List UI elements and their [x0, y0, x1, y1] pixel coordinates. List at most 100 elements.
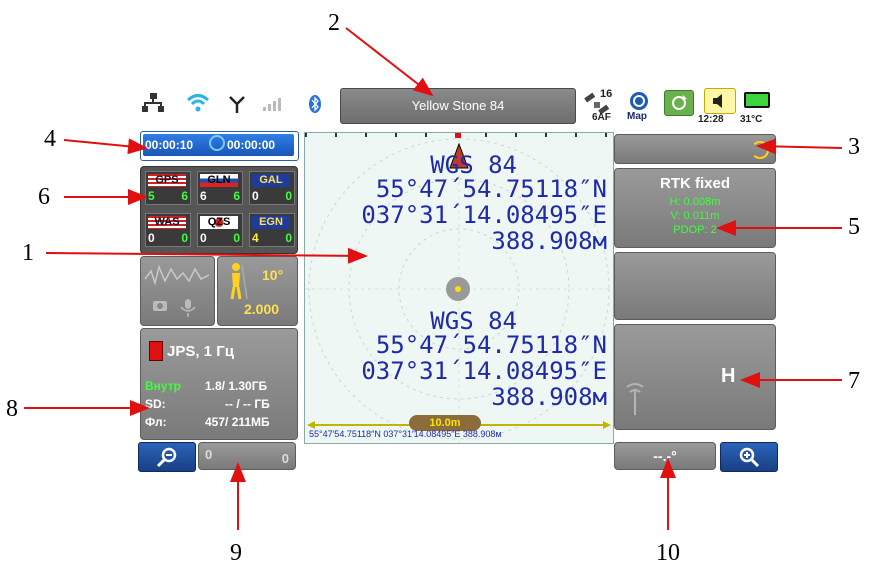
surveyor-icon: [230, 263, 248, 300]
angle-readout: --.-°: [653, 448, 677, 464]
datum-label-1: WGS 84: [430, 151, 517, 179]
height-1: 388.908м: [491, 227, 607, 255]
sat-cell-qzs[interactable]: QZS 0 0: [197, 213, 243, 247]
sat-used-gps: 5: [148, 189, 155, 203]
longitude-1: 037°31´14.08495″E: [361, 201, 607, 229]
map-globe-icon: [630, 92, 648, 110]
sat-cell-egn[interactable]: EGN 4 0: [249, 213, 295, 247]
radio-tower-icon: [626, 383, 644, 415]
satellite-systems-panel[interactable]: GPS 56 GLN 66 GAL 00 WAS 00 QZS 00 EGN 4…: [140, 166, 298, 254]
map-status[interactable]: Map: [625, 88, 655, 128]
sat-cell-gln[interactable]: GLN 6 6: [197, 171, 243, 205]
stakeout-counter[interactable]: 0 0: [198, 442, 296, 470]
callout-8: 8: [6, 396, 18, 422]
satellite-status[interactable]: 16 6AF: [582, 88, 620, 126]
north-marker: [455, 133, 461, 138]
clock-time: 12:28: [698, 114, 724, 125]
zoom-in-icon: [739, 447, 760, 468]
counter-right: 0: [281, 451, 289, 466]
height-2: 388.908м: [491, 383, 607, 411]
map-view[interactable]: WGS 84 55°47´54.75118″N 037°31´14.08495″…: [304, 132, 614, 444]
timer-elapsed: 00:00:10: [145, 138, 194, 152]
wifi-icon[interactable]: [186, 92, 210, 114]
callout-10: 10: [656, 540, 680, 566]
volume-icon[interactable]: [704, 88, 736, 114]
sat-label-gal: GAL: [252, 174, 290, 187]
timer-remaining: 00:00:00: [227, 138, 276, 152]
tilt-angle: 10°: [262, 267, 284, 283]
radio-panel[interactable]: H: [614, 324, 776, 430]
callout-4: 4: [44, 126, 56, 152]
callout-6: 6: [38, 184, 50, 210]
recording-panel[interactable]: JPS, 1 Гц Внутр 1.8/ 1.30ГБ SD: -- / -- …: [140, 328, 298, 440]
storage-value-flash: 457/ 211МБ: [205, 415, 270, 429]
sd-card-icon: [149, 341, 163, 361]
sat-used-gln: 6: [200, 189, 207, 203]
empty-panel[interactable]: [614, 252, 776, 320]
project-name: Yellow Stone 84: [411, 98, 505, 113]
temperature: 31°C: [740, 114, 763, 125]
latitude-1: 55°47´54.75118″N: [375, 175, 607, 203]
recording-format: JPS, 1 Гц: [167, 343, 234, 360]
sat-cell-gal[interactable]: GAL 0 0: [249, 171, 295, 205]
sat-total-egn: 0: [285, 231, 292, 245]
compass-panel[interactable]: [614, 134, 776, 164]
sat-label-gln: GLN: [200, 174, 238, 187]
storage-label-internal: Внутр: [145, 379, 181, 393]
sat-used-egn: 4: [252, 231, 259, 245]
sat-total-gps: 6: [181, 189, 188, 203]
waveform-icon: [144, 264, 210, 317]
counter-left: 0: [205, 447, 213, 462]
sat-cell-was[interactable]: WAS 0 0: [145, 213, 191, 247]
rtk-line-2: V: 0.011m: [670, 210, 720, 222]
timer-widget[interactable]: 00:00:10 00:00:00: [140, 131, 299, 161]
sat-count: 16: [600, 88, 613, 100]
sat-used-qzs: 0: [200, 231, 207, 245]
compass-icon: [751, 141, 769, 159]
sat-label-egn: EGN: [252, 216, 290, 229]
sat-cell-gps[interactable]: GPS 5 6: [145, 171, 191, 205]
sat-total-was: 0: [181, 231, 188, 245]
angle-readout-panel[interactable]: --.-°: [614, 442, 716, 470]
rtk-line-1: H: 0.008m: [669, 196, 721, 208]
clock-icon: [209, 135, 225, 151]
sat-used-gal: 0: [252, 189, 259, 203]
datum-label-2: WGS 84: [430, 307, 517, 335]
sensor-panel[interactable]: [140, 256, 215, 326]
battery-icon[interactable]: [744, 92, 770, 108]
device-screen: Yellow Stone 84 16 6AF Map 12:28 31°C 00…: [136, 80, 782, 472]
sat-total-qzs: 0: [233, 231, 240, 245]
zoom-in-button[interactable]: [720, 442, 778, 472]
current-position-icon: [446, 277, 470, 301]
rtk-line-3: PDOP: 2: [673, 224, 717, 236]
callout-5: 5: [848, 214, 860, 240]
sat-label: 6AF: [592, 112, 611, 123]
callout-7: 7: [848, 368, 860, 394]
sat-total-gal: 0: [285, 189, 292, 203]
project-name-button[interactable]: Yellow Stone 84: [340, 88, 576, 124]
callout-3: 3: [848, 134, 860, 160]
tilt-panel[interactable]: 10° 2.000: [217, 256, 298, 326]
rtk-status-panel[interactable]: RTK fixed H: 0.008m V: 0.011m PDOP: 2: [614, 168, 776, 248]
sync-icon[interactable]: [664, 90, 694, 116]
sat-total-gln: 6: [233, 189, 240, 203]
radio-antenna-icon[interactable]: [228, 94, 246, 114]
h-label: H: [721, 365, 736, 387]
longitude-2: 037°31´14.08495″E: [361, 357, 607, 385]
map-footer-coordinates: 55°47′54.75118″N 037°31′14.08495″E 388.9…: [309, 429, 502, 439]
map-label: Map: [627, 111, 647, 122]
network-icon[interactable]: [140, 92, 166, 114]
callout-9: 9: [230, 540, 242, 566]
sat-label-gps: GPS: [148, 174, 186, 187]
callout-1: 1: [22, 240, 34, 266]
sat-used-was: 0: [148, 231, 155, 245]
bluetooth-icon[interactable]: [308, 94, 322, 114]
sat-label-was: WAS: [148, 216, 186, 229]
zoom-out-button[interactable]: [138, 442, 196, 472]
latitude-2: 55°47´54.75118″N: [375, 331, 607, 359]
storage-value-internal: 1.8/ 1.30ГБ: [205, 379, 268, 393]
cellular-signal-icon[interactable]: [262, 96, 284, 112]
zoom-out-icon: [156, 447, 177, 468]
pole-height: 2.000: [244, 301, 280, 317]
callout-2: 2: [328, 10, 340, 36]
